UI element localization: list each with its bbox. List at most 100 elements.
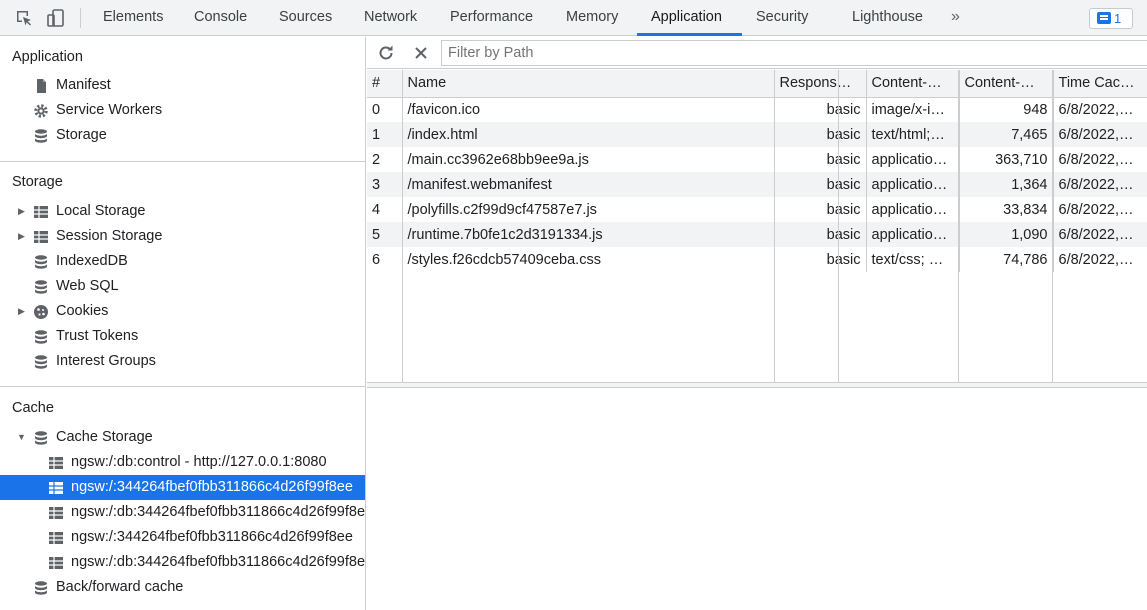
active-tab-indicator (637, 33, 742, 36)
cache-entry[interactable]: ngsw:/:db:control - http://127.0.0.1:808… (0, 450, 365, 475)
column-header-index[interactable]: # (367, 70, 403, 98)
clear-icon[interactable] (411, 43, 431, 63)
cell-content-length: 948 (959, 97, 1054, 122)
cache-entry[interactable]: ngsw:/:db:344264fbef0fbb311866c4d26f99f8… (0, 550, 366, 575)
sidebar-item-indexeddb[interactable]: IndexedDB (0, 249, 365, 274)
cell-name: /index.html (402, 122, 775, 147)
expand-arrow-icon[interactable]: ▶ (18, 199, 30, 224)
sidebar-item-label: IndexedDB (56, 253, 128, 269)
issues-counter-button[interactable]: 1 (1089, 8, 1133, 29)
issues-count: 1 (1114, 11, 1122, 26)
cell-index: 6 (367, 247, 403, 272)
cookie-icon (34, 305, 48, 319)
cell-content-type: applicatio… (866, 147, 960, 172)
cell-content-length: 363,710 (959, 147, 1054, 172)
sidebar-item-label: Web SQL (56, 278, 119, 294)
sidebar-item-label: Service Workers (56, 102, 163, 118)
collapse-arrow-icon[interactable]: ▼ (17, 425, 29, 450)
tab-performance[interactable]: Performance (450, 0, 533, 36)
sidebar-item-label: Session Storage (56, 228, 163, 244)
cell-content-length: 33,834 (959, 197, 1054, 222)
filter-by-path-input[interactable] (441, 40, 1147, 66)
table-row[interactable]: 0 /favicon.ico basic image/x-i… 948 6/8/… (367, 97, 1147, 122)
issues-icon (1097, 12, 1111, 24)
cell-name: /styles.f26cdcb57409ceba.css (402, 247, 775, 272)
sidebar-item-storage[interactable]: Storage (0, 123, 365, 148)
more-tabs-chevron-icon[interactable]: » (951, 0, 960, 36)
cell-content-type: text/css; … (866, 247, 960, 272)
column-header-content-type[interactable]: Content-… (866, 70, 960, 98)
tab-application[interactable]: Application (651, 0, 722, 36)
cell-time-cached: 6/8/2022,… (1053, 197, 1147, 222)
column-header-name[interactable]: Name (402, 70, 775, 98)
cache-entry-selected[interactable]: ngsw:/:344264fbef0fbb311866c4d26f99f8ee (0, 475, 365, 500)
sidebar-item-service-workers[interactable]: Service Workers (0, 98, 365, 123)
column-divider (958, 70, 959, 383)
sidebar-item-local-storage[interactable]: ▶ Local Storage (0, 199, 365, 224)
cell-index: 0 (367, 97, 403, 122)
cache-entry[interactable]: ngsw:/:344264fbef0fbb311866c4d26f99f8ee (0, 525, 365, 550)
sidebar-item-label: Manifest (56, 77, 111, 93)
table-row[interactable]: 3 /manifest.webmanifest basic applicatio… (367, 172, 1147, 197)
cache-entry-label: ngsw:/:db:control - http://127.0.0.1:808… (71, 454, 327, 470)
sidebar-item-manifest[interactable]: Manifest (0, 73, 365, 98)
table-row[interactable]: 1 /index.html basic text/html;… 7,465 6/… (367, 122, 1147, 147)
grid-icon (49, 557, 63, 569)
cell-content-type: applicatio… (866, 172, 960, 197)
cache-entry[interactable]: ngsw:/:db:344264fbef0fbb311866c4d26f99f8… (0, 500, 365, 525)
cell-time-cached: 6/8/2022,… (1053, 247, 1147, 272)
cache-entry-label: ngsw:/:db:344264fbef0fbb311866c4d26f99f8… (71, 554, 366, 570)
cell-content-length: 74,786 (959, 247, 1054, 272)
column-header-content-length[interactable]: Content-… (959, 70, 1054, 98)
inspect-icon[interactable] (14, 8, 34, 28)
cache-toolbar (367, 37, 1147, 69)
sidebar-item-label: Cache Storage (56, 429, 153, 445)
sidebar-item-back-forward-cache[interactable]: Back/forward cache (0, 575, 365, 600)
sidebar-item-label: Storage (56, 127, 107, 143)
database-icon (35, 129, 47, 143)
cell-index: 5 (367, 222, 403, 247)
tab-lighthouse[interactable]: Lighthouse (852, 0, 923, 36)
database-icon (35, 330, 47, 344)
cache-table: # Name Respons… Content-… Content-… Time… (367, 70, 1147, 272)
grid-icon (49, 457, 63, 469)
column-header-time-cached[interactable]: Time Cac… (1053, 70, 1147, 98)
cell-content-type: image/x-i… (866, 97, 960, 122)
cell-name: /favicon.ico (402, 97, 775, 122)
sidebar-item-cookies[interactable]: ▶ Cookies (0, 299, 365, 324)
column-header-response-type[interactable]: Respons… (774, 70, 867, 98)
sidebar-item-interest-groups[interactable]: Interest Groups (0, 349, 365, 374)
expand-arrow-icon[interactable]: ▶ (18, 299, 30, 324)
section-divider (0, 161, 365, 162)
database-icon (35, 581, 47, 595)
cell-name: /runtime.7b0fe1c2d3191334.js (402, 222, 775, 247)
table-row[interactable]: 2 /main.cc3962e68bb9ee9a.js basic applic… (367, 147, 1147, 172)
table-row[interactable]: 6 /styles.f26cdcb57409ceba.css basic tex… (367, 247, 1147, 272)
tab-memory[interactable]: Memory (566, 0, 618, 36)
sidebar-item-web-sql[interactable]: Web SQL (0, 274, 365, 299)
tab-security[interactable]: Security (756, 0, 808, 36)
column-divider (402, 70, 403, 383)
gear-icon (34, 104, 48, 118)
tab-network[interactable]: Network (364, 0, 417, 36)
table-header-row: # Name Respons… Content-… Content-… Time… (367, 70, 1147, 98)
table-row[interactable]: 4 /polyfills.c2f99d9cf47587e7.js basic a… (367, 197, 1147, 222)
sidebar-item-trust-tokens[interactable]: Trust Tokens (0, 324, 365, 349)
cache-entry-label: ngsw:/:344264fbef0fbb311866c4d26f99f8ee (71, 479, 353, 495)
cell-name: /manifest.webmanifest (402, 172, 775, 197)
table-row[interactable]: 5 /runtime.7b0fe1c2d3191334.js basic app… (367, 222, 1147, 247)
device-toggle-icon[interactable] (46, 8, 66, 28)
tab-sources[interactable]: Sources (279, 0, 332, 36)
tab-elements[interactable]: Elements (103, 0, 163, 36)
sidebar-item-cache-storage[interactable]: ▼ Cache Storage (0, 425, 365, 450)
cell-content-type: applicatio… (866, 197, 960, 222)
cache-entries-table: # Name Respons… Content-… Content-… Time… (367, 70, 1147, 383)
tab-console[interactable]: Console (194, 0, 247, 36)
cell-time-cached: 6/8/2022,… (1053, 97, 1147, 122)
cell-name: /polyfills.c2f99d9cf47587e7.js (402, 197, 775, 222)
cell-content-length: 1,090 (959, 222, 1054, 247)
refresh-icon[interactable] (376, 43, 396, 63)
grid-icon (49, 532, 63, 544)
expand-arrow-icon[interactable]: ▶ (18, 224, 30, 249)
sidebar-item-session-storage[interactable]: ▶ Session Storage (0, 224, 365, 249)
